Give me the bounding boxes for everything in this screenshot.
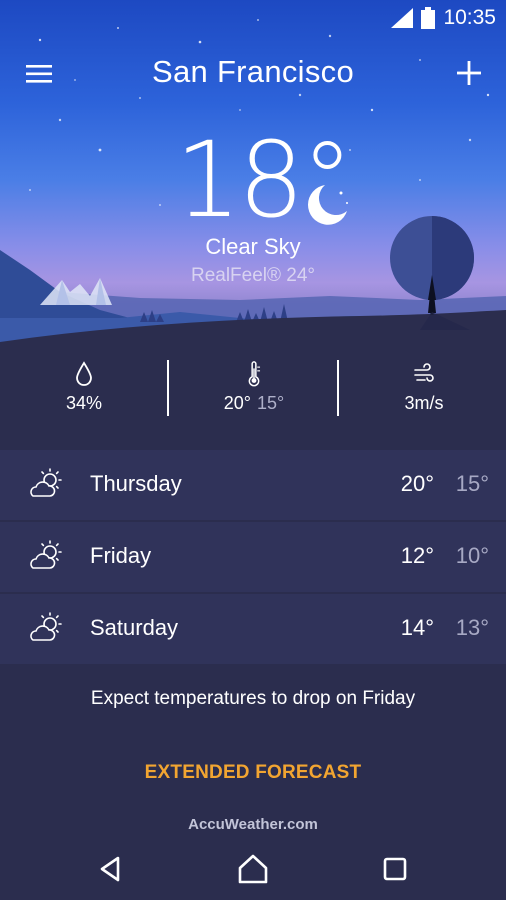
home-icon[interactable] xyxy=(236,852,270,886)
cell-signal-icon xyxy=(391,8,414,28)
forecast-day: Saturday xyxy=(90,615,179,640)
temperature-low: 15° xyxy=(257,393,285,413)
partly-cloudy-icon xyxy=(30,468,62,497)
forecast-row-saturday[interactable]: Saturday 14° 13° xyxy=(0,594,506,664)
partly-cloudy-icon xyxy=(30,612,62,641)
forecast-low: 10° xyxy=(455,543,489,568)
extended-forecast-button[interactable]: EXTENDED FORECAST xyxy=(0,762,506,784)
forecast-row-thursday[interactable]: Thursday 20° 15° xyxy=(0,450,506,520)
back-icon[interactable] xyxy=(94,852,128,886)
realfeel-text: RealFeel® 24° xyxy=(190,265,316,286)
wind-stat: 3m/s xyxy=(384,357,464,417)
moon-icon xyxy=(307,185,348,225)
wind-value: 3m/s xyxy=(404,393,444,413)
stats-divider xyxy=(167,360,169,416)
thermometer-icon xyxy=(248,361,261,387)
stats-divider xyxy=(337,360,339,416)
wind-icon xyxy=(414,363,434,382)
status-bar: 10:35 xyxy=(0,0,506,36)
battery-icon xyxy=(421,7,436,29)
recents-icon[interactable] xyxy=(378,852,412,886)
forecast-day: Thursday xyxy=(90,471,182,496)
navigation-bar xyxy=(0,838,506,900)
top-bar: San Francisco xyxy=(0,50,506,98)
humidity-stat: 34% xyxy=(44,357,124,417)
forecast-low: 13° xyxy=(455,615,489,640)
temperature-values: 20° 15° xyxy=(194,393,314,414)
temperature-high: 20° xyxy=(223,393,251,413)
droplet-icon xyxy=(76,361,92,386)
partly-cloudy-icon xyxy=(30,540,62,569)
forecast-day: Friday xyxy=(90,543,152,568)
city-title: San Francisco xyxy=(151,54,355,89)
humidity-value: 34% xyxy=(65,393,103,413)
stats-row: 34% 20° 15° 3m/s xyxy=(0,357,506,417)
forecast-summary: Expect temperatures to drop on Friday xyxy=(90,688,416,709)
plus-icon[interactable] xyxy=(454,58,484,88)
accuweather-attribution[interactable]: AccuWeather.com xyxy=(0,816,506,833)
temperature-stat: 20° 15° xyxy=(194,357,314,417)
forecast-high: 20° xyxy=(400,471,434,496)
forecast-low: 15° xyxy=(455,471,489,496)
condition-text: Clear Sky xyxy=(205,234,301,259)
forecast-high: 12° xyxy=(400,543,434,568)
forecast-row-friday[interactable]: Friday 12° 10° xyxy=(0,522,506,592)
status-time: 10:35 xyxy=(443,6,496,29)
forecast-high: 14° xyxy=(400,615,434,640)
